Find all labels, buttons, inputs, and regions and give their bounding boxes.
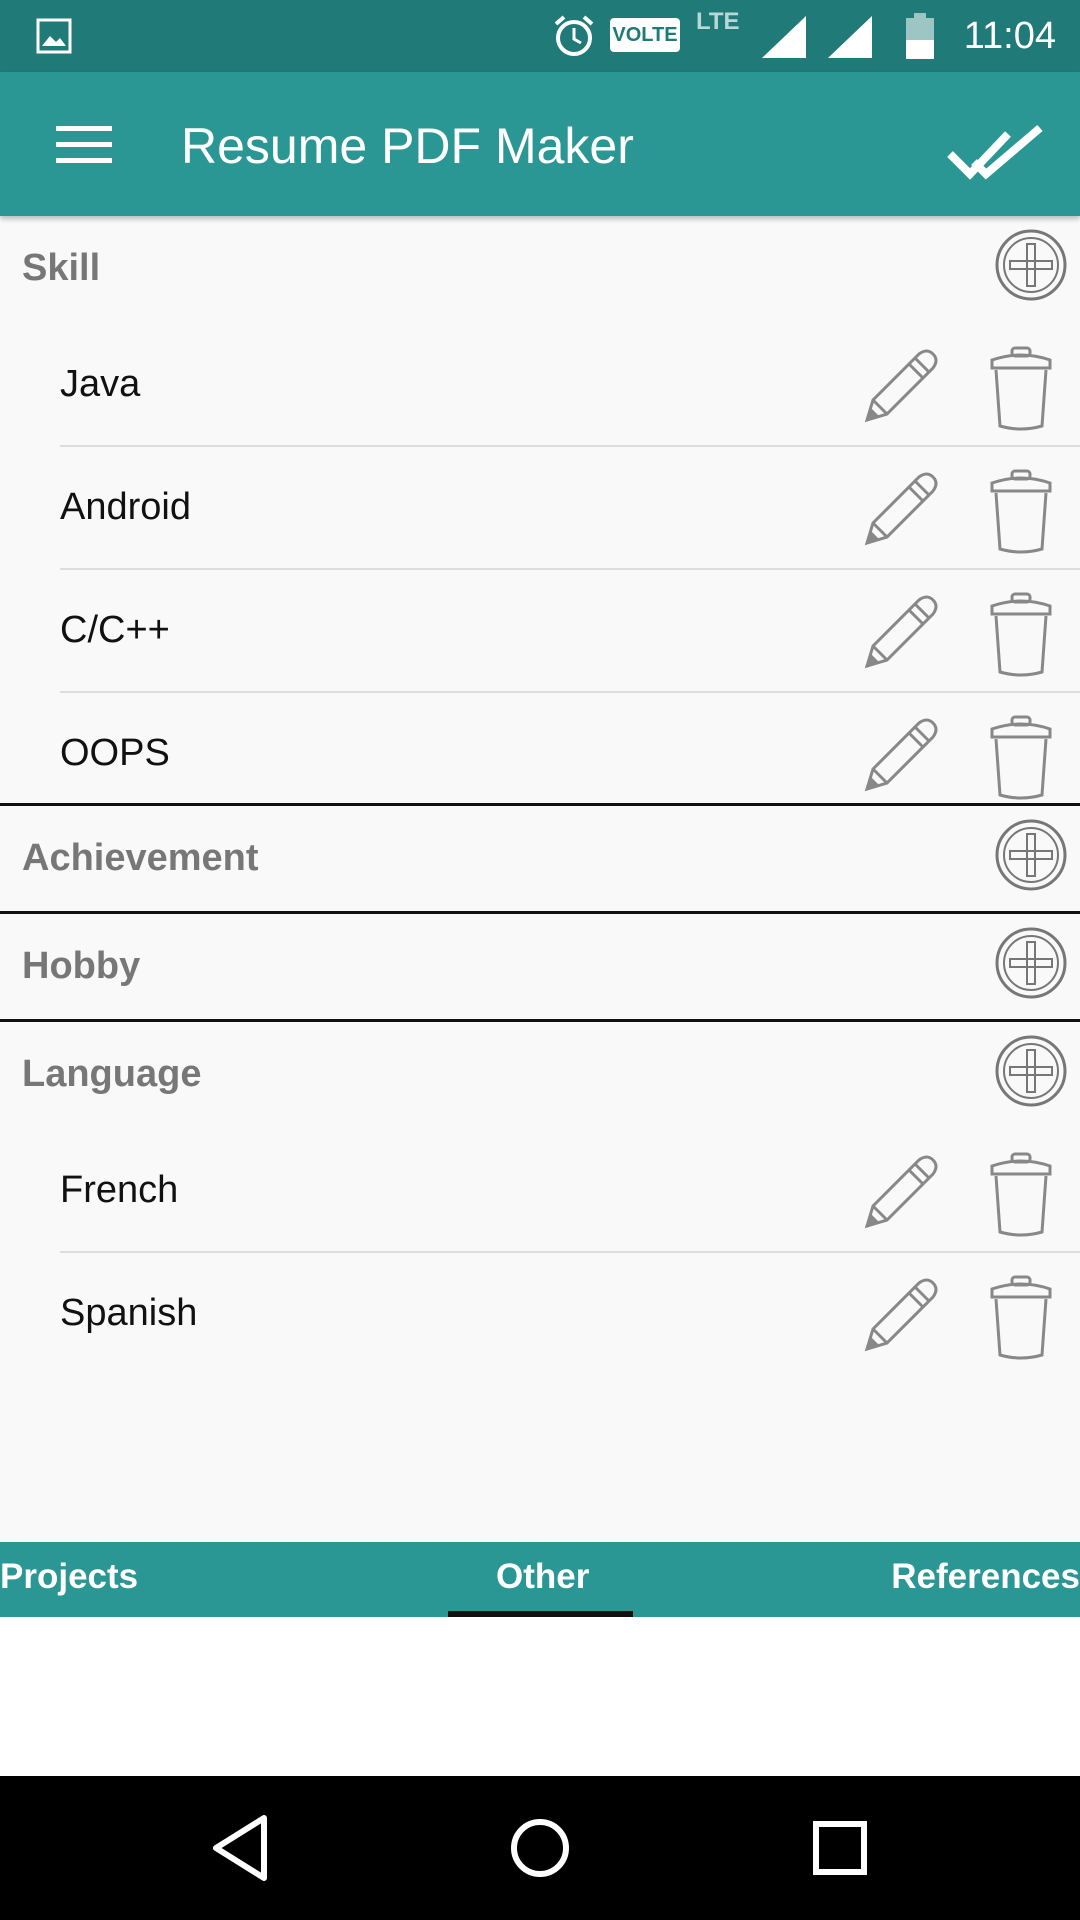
list-item[interactable]: Android [0, 447, 1080, 570]
hamburger-menu-icon[interactable] [54, 122, 114, 166]
section-header-language: Language [0, 1022, 1080, 1130]
signal-icon [762, 16, 806, 58]
trash-icon[interactable] [988, 1152, 1054, 1238]
list-item[interactable]: OOPS [0, 693, 1080, 816]
sections-list: Skill Java Android C/C++ OOPS Achievemen… [0, 216, 1080, 1542]
volte-icon: VOLTE [610, 18, 680, 52]
list-item[interactable]: French [0, 1130, 1080, 1253]
signal-icon [828, 16, 872, 58]
trash-icon[interactable] [988, 1275, 1054, 1361]
pencil-icon[interactable] [857, 1150, 943, 1236]
tab-other[interactable]: Other [496, 1556, 589, 1598]
system-nav-bar [0, 1776, 1080, 1920]
section-title: Hobby [22, 945, 141, 987]
section-header-achievement: Achievement [0, 806, 1080, 914]
section-title: Skill [22, 247, 101, 289]
trash-icon[interactable] [988, 469, 1054, 555]
section-title: Achievement [22, 837, 259, 879]
trash-icon[interactable] [988, 346, 1054, 432]
app-bar: Resume PDF Maker [0, 72, 1080, 216]
pencil-icon[interactable] [857, 590, 943, 676]
add-circle-icon[interactable] [994, 228, 1068, 302]
status-time: 11:04 [963, 15, 1056, 57]
tab-projects[interactable]: Projects [0, 1556, 138, 1598]
app-title: Resume PDF Maker [181, 118, 634, 174]
item-label: Spanish [60, 1292, 198, 1334]
list-item[interactable]: Java [0, 324, 1080, 447]
back-icon[interactable] [202, 1810, 278, 1886]
pencil-icon[interactable] [857, 467, 943, 553]
item-label: OOPS [60, 732, 170, 774]
add-circle-icon[interactable] [994, 1034, 1068, 1108]
item-label: French [60, 1169, 179, 1211]
lte-icon: LTE [696, 8, 740, 35]
tab-bar: Projects Other References [0, 1542, 1080, 1617]
list-item[interactable]: C/C++ [0, 570, 1080, 693]
double-check-icon[interactable] [946, 124, 1046, 184]
add-circle-icon[interactable] [994, 926, 1068, 1000]
item-label: Android [60, 486, 191, 528]
pencil-icon[interactable] [857, 713, 943, 799]
section-title: Language [22, 1053, 202, 1095]
battery-icon [906, 13, 934, 59]
gallery-icon [36, 18, 72, 54]
item-label: Java [60, 363, 141, 405]
pencil-icon[interactable] [857, 344, 943, 430]
item-label: C/C++ [60, 609, 170, 651]
trash-icon[interactable] [988, 592, 1054, 678]
pencil-icon[interactable] [857, 1273, 943, 1359]
status-bar: VOLTE LTE 11:04 [0, 0, 1080, 72]
tab-references[interactable]: References [891, 1556, 1080, 1598]
alarm-icon [554, 15, 594, 56]
trash-icon[interactable] [988, 715, 1054, 801]
add-circle-icon[interactable] [994, 818, 1068, 892]
section-header-skill: Skill [0, 216, 1080, 324]
list-item[interactable]: Spanish [0, 1253, 1080, 1376]
recents-icon[interactable] [802, 1810, 878, 1886]
blank-area [0, 1617, 1080, 1776]
home-icon[interactable] [502, 1810, 578, 1886]
section-header-hobby: Hobby [0, 914, 1080, 1022]
